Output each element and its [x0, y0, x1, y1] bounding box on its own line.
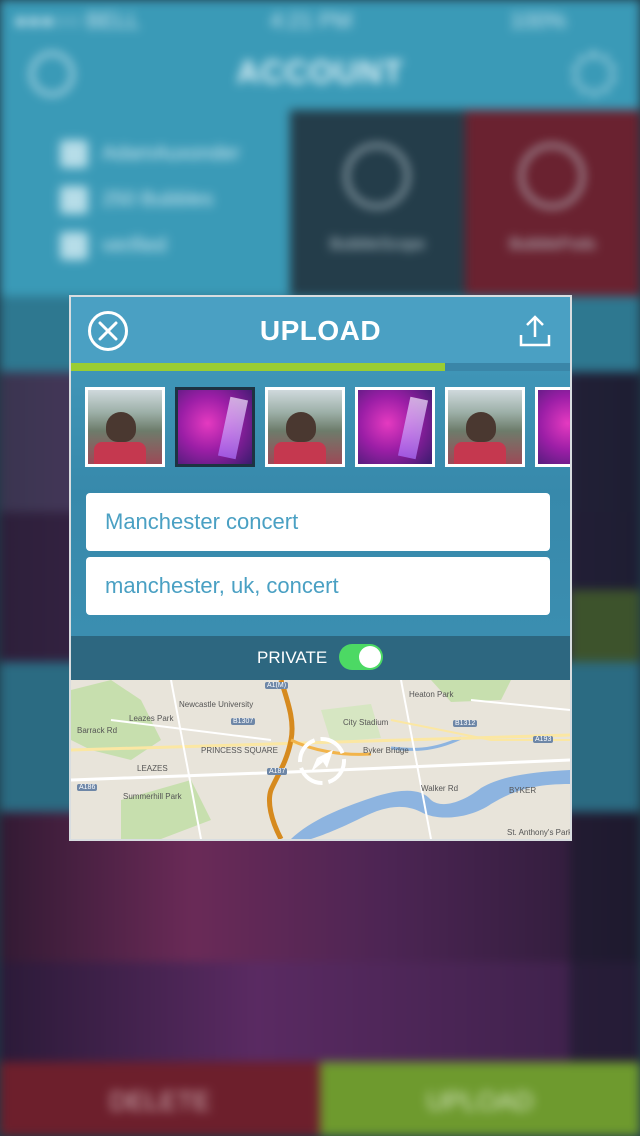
photo-thumbnail[interactable]: [445, 387, 525, 467]
upload-progress-fill: [71, 363, 446, 371]
road-label: A193: [533, 736, 554, 743]
map-label: Leazes Park: [129, 714, 174, 723]
user-icon: [60, 140, 88, 168]
input-area: Manchester concert manchester, uk, conce…: [71, 493, 570, 636]
photo-thumbnail[interactable]: [355, 387, 435, 467]
dialog-header: UPLOAD: [71, 297, 570, 363]
map-label: BYKER: [509, 786, 537, 795]
account-header: ACCOUNT: [0, 40, 640, 110]
upload-button[interactable]: UPLOAD: [320, 1062, 640, 1136]
feed-item[interactable]: [0, 962, 640, 1062]
locate-button[interactable]: [297, 736, 347, 786]
gear-icon[interactable]: [572, 52, 616, 96]
road-label: A187: [267, 768, 288, 775]
road-label: B1312: [453, 720, 478, 727]
profile-panel: AdamAuxonder 250 Bubbles verified: [0, 110, 290, 296]
map-label: St. Anthony's Park: [507, 828, 570, 837]
profile-status: verified: [60, 232, 166, 262]
action-rail: [570, 372, 640, 662]
check-icon: [345, 144, 409, 208]
map-label: Byker Bridge: [363, 746, 409, 755]
private-toggle[interactable]: [339, 644, 383, 670]
photo-thumbnail[interactable]: [265, 387, 345, 467]
status-time: 4:21 PM: [270, 8, 352, 33]
map-label: Summerhill Park: [123, 792, 182, 801]
post-tile[interactable]: BubblePods: [465, 110, 640, 296]
private-label: PRIVATE: [257, 648, 328, 667]
subscribe-tile[interactable]: BubbleScope: [290, 110, 465, 296]
image-icon: [60, 186, 88, 214]
check-icon: [60, 232, 88, 260]
map-label: PRINCESS SQUARE: [201, 746, 278, 755]
road-label: B1307: [231, 718, 256, 725]
photo-thumbnail[interactable]: [175, 387, 255, 467]
status-bar: ●●●○○ BELL 4:21 PM 100%: [0, 0, 640, 40]
tags-field[interactable]: manchester, uk, concert: [86, 557, 550, 615]
map-label: City Stadium: [343, 718, 389, 727]
upload-icon: [519, 315, 551, 347]
compass-icon: [298, 737, 346, 785]
carrier-label: BELL: [86, 8, 140, 33]
delete-button[interactable]: DELETE: [0, 1062, 320, 1136]
map-label: Barrack Rd: [77, 726, 118, 735]
upload-progress-bar: [71, 363, 570, 371]
toggle-knob: [359, 646, 381, 668]
profile-count: 250 Bubbles: [60, 186, 213, 216]
privacy-row: PRIVATE: [71, 636, 570, 680]
action-rail: [570, 812, 640, 1062]
profile-username: AdamAuxonder: [60, 140, 240, 170]
road-label: A1(M): [265, 682, 289, 689]
account-title: ACCOUNT: [236, 54, 404, 90]
location-map[interactable]: Heaton Park Newcastle University Leazes …: [71, 680, 570, 839]
map-label: Heaton Park: [409, 690, 454, 699]
thumbnail-strip[interactable]: [71, 371, 570, 493]
dialog-title: UPLOAD: [259, 315, 382, 346]
map-label: LEAZES: [137, 764, 168, 773]
map-label: Newcastle University: [179, 700, 254, 709]
upload-dialog: UPLOAD Manchester concert manchester, uk…: [69, 295, 572, 841]
title-field[interactable]: Manchester concert: [86, 493, 550, 551]
signal-icon: ●●●○○: [14, 8, 81, 33]
road-label: A186: [77, 784, 98, 791]
battery-label: 100%: [510, 8, 567, 33]
map-label: Walker Rd: [421, 784, 459, 793]
close-icon: [520, 144, 584, 208]
share-button[interactable]: [517, 313, 553, 349]
photo-thumbnail[interactable]: [85, 387, 165, 467]
photo-thumbnail[interactable]: [535, 387, 570, 467]
